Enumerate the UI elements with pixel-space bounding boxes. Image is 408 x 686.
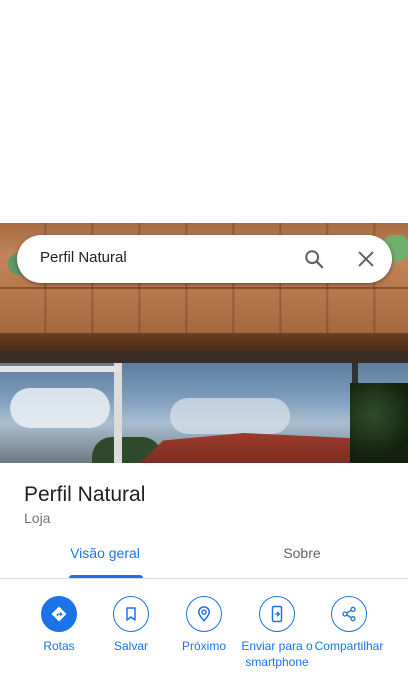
place-title: Perfil Natural	[24, 483, 146, 506]
bookmark-icon	[113, 596, 149, 632]
close-icon[interactable]	[355, 248, 377, 270]
nearby-icon	[186, 596, 222, 632]
share-label: Compartilhar	[314, 639, 384, 653]
place-info-panel: Perfil Natural Loja Visão geral Sobre Ro…	[0, 463, 408, 686]
save-label: Salvar	[113, 639, 148, 653]
directions-button[interactable]: Rotas	[21, 596, 97, 654]
share-button[interactable]: Compartilhar	[311, 596, 387, 654]
tab-about[interactable]: Sobre	[250, 545, 354, 579]
directions-label: Rotas	[43, 639, 75, 653]
send-to-phone-button[interactable]: Enviar para o smartphone	[239, 596, 315, 670]
nearby-label: Próximo	[181, 639, 226, 653]
nearby-button[interactable]: Próximo	[166, 596, 242, 654]
share-icon	[331, 596, 367, 632]
place-category: Loja	[24, 510, 51, 526]
blank-map-area	[0, 0, 408, 223]
save-button[interactable]: Salvar	[93, 596, 169, 654]
tab-overview[interactable]: Visão geral	[60, 545, 150, 579]
tabs-divider	[0, 578, 408, 579]
send-to-phone-icon	[259, 596, 295, 632]
send-to-phone-label: Enviar para o smartphone	[241, 639, 313, 669]
directions-icon	[41, 596, 77, 632]
search-icon[interactable]	[303, 248, 325, 270]
search-bar[interactable]: Perfil Natural	[17, 235, 392, 283]
search-input[interactable]: Perfil Natural	[40, 249, 127, 266]
